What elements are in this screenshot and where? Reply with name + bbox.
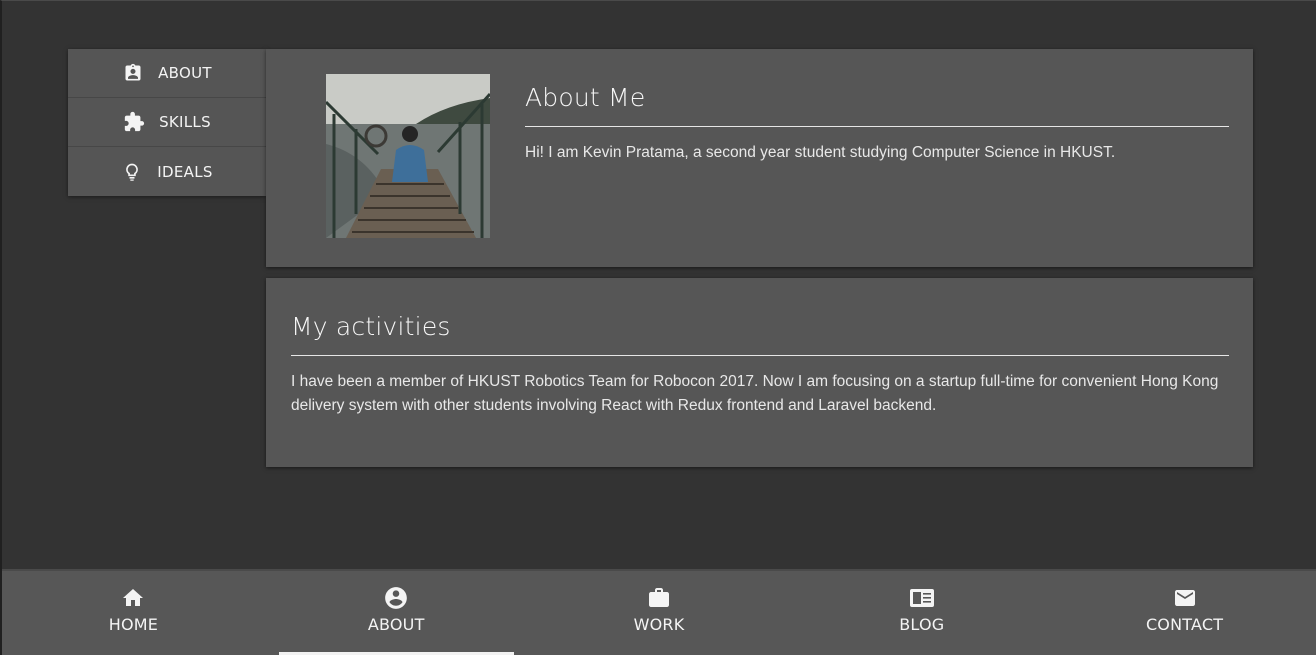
bottom-nav-label: WORK <box>633 615 685 634</box>
bottom-nav: HOME ABOUT WORK BLOG CONTACT <box>2 569 1316 655</box>
side-nav-item-about[interactable]: ABOUT <box>68 49 266 98</box>
side-nav-item-ideals[interactable]: IDEALS <box>68 147 266 196</box>
about-text: About Me Hi! I am Kevin Pratama, a secon… <box>525 83 1229 165</box>
bottom-nav-home[interactable]: HOME <box>2 571 265 655</box>
side-nav-label: SKILLS <box>159 113 211 131</box>
about-card: About Me Hi! I am Kevin Pratama, a secon… <box>266 49 1253 267</box>
about-body: Hi! I am Kevin Pratama, a second year st… <box>525 144 1116 161</box>
home-icon <box>120 585 146 611</box>
side-nav-item-skills[interactable]: SKILLS <box>68 98 266 147</box>
bottom-nav-label: ABOUT <box>367 615 425 634</box>
bottom-nav-work[interactable]: WORK <box>528 571 791 655</box>
activities-content: My activities I have been a member of HK… <box>291 312 1229 418</box>
activities-title: My activities <box>291 312 1229 356</box>
account-circle-icon <box>383 585 409 611</box>
puzzle-icon <box>123 111 145 133</box>
activities-body: I have been a member of HKUST Robotics T… <box>291 373 1219 414</box>
bottom-nav-about[interactable]: ABOUT <box>265 571 528 655</box>
side-nav-label: IDEALS <box>157 162 213 181</box>
article-icon <box>909 585 935 611</box>
bottom-nav-label: BLOG <box>899 615 945 634</box>
bottom-nav-label: CONTACT <box>1145 615 1224 634</box>
bottom-nav-blog[interactable]: BLOG <box>790 571 1053 655</box>
side-nav: ABOUT SKILLS IDEALS <box>68 49 266 196</box>
assignment-ind-icon <box>122 62 144 84</box>
side-nav-label: ABOUT <box>158 64 212 82</box>
bottom-nav-contact[interactable]: CONTACT <box>1053 571 1316 655</box>
mail-icon <box>1172 585 1198 611</box>
lightbulb-icon <box>121 161 143 183</box>
page: ABOUT SKILLS IDEALS About Me Hi! I am Ke… <box>0 0 1316 655</box>
about-title: About Me <box>525 83 1229 127</box>
bottom-nav-label: HOME <box>108 615 159 634</box>
activities-card: My activities I have been a member of HK… <box>266 278 1253 467</box>
profile-photo <box>326 74 490 238</box>
briefcase-icon <box>646 585 672 611</box>
